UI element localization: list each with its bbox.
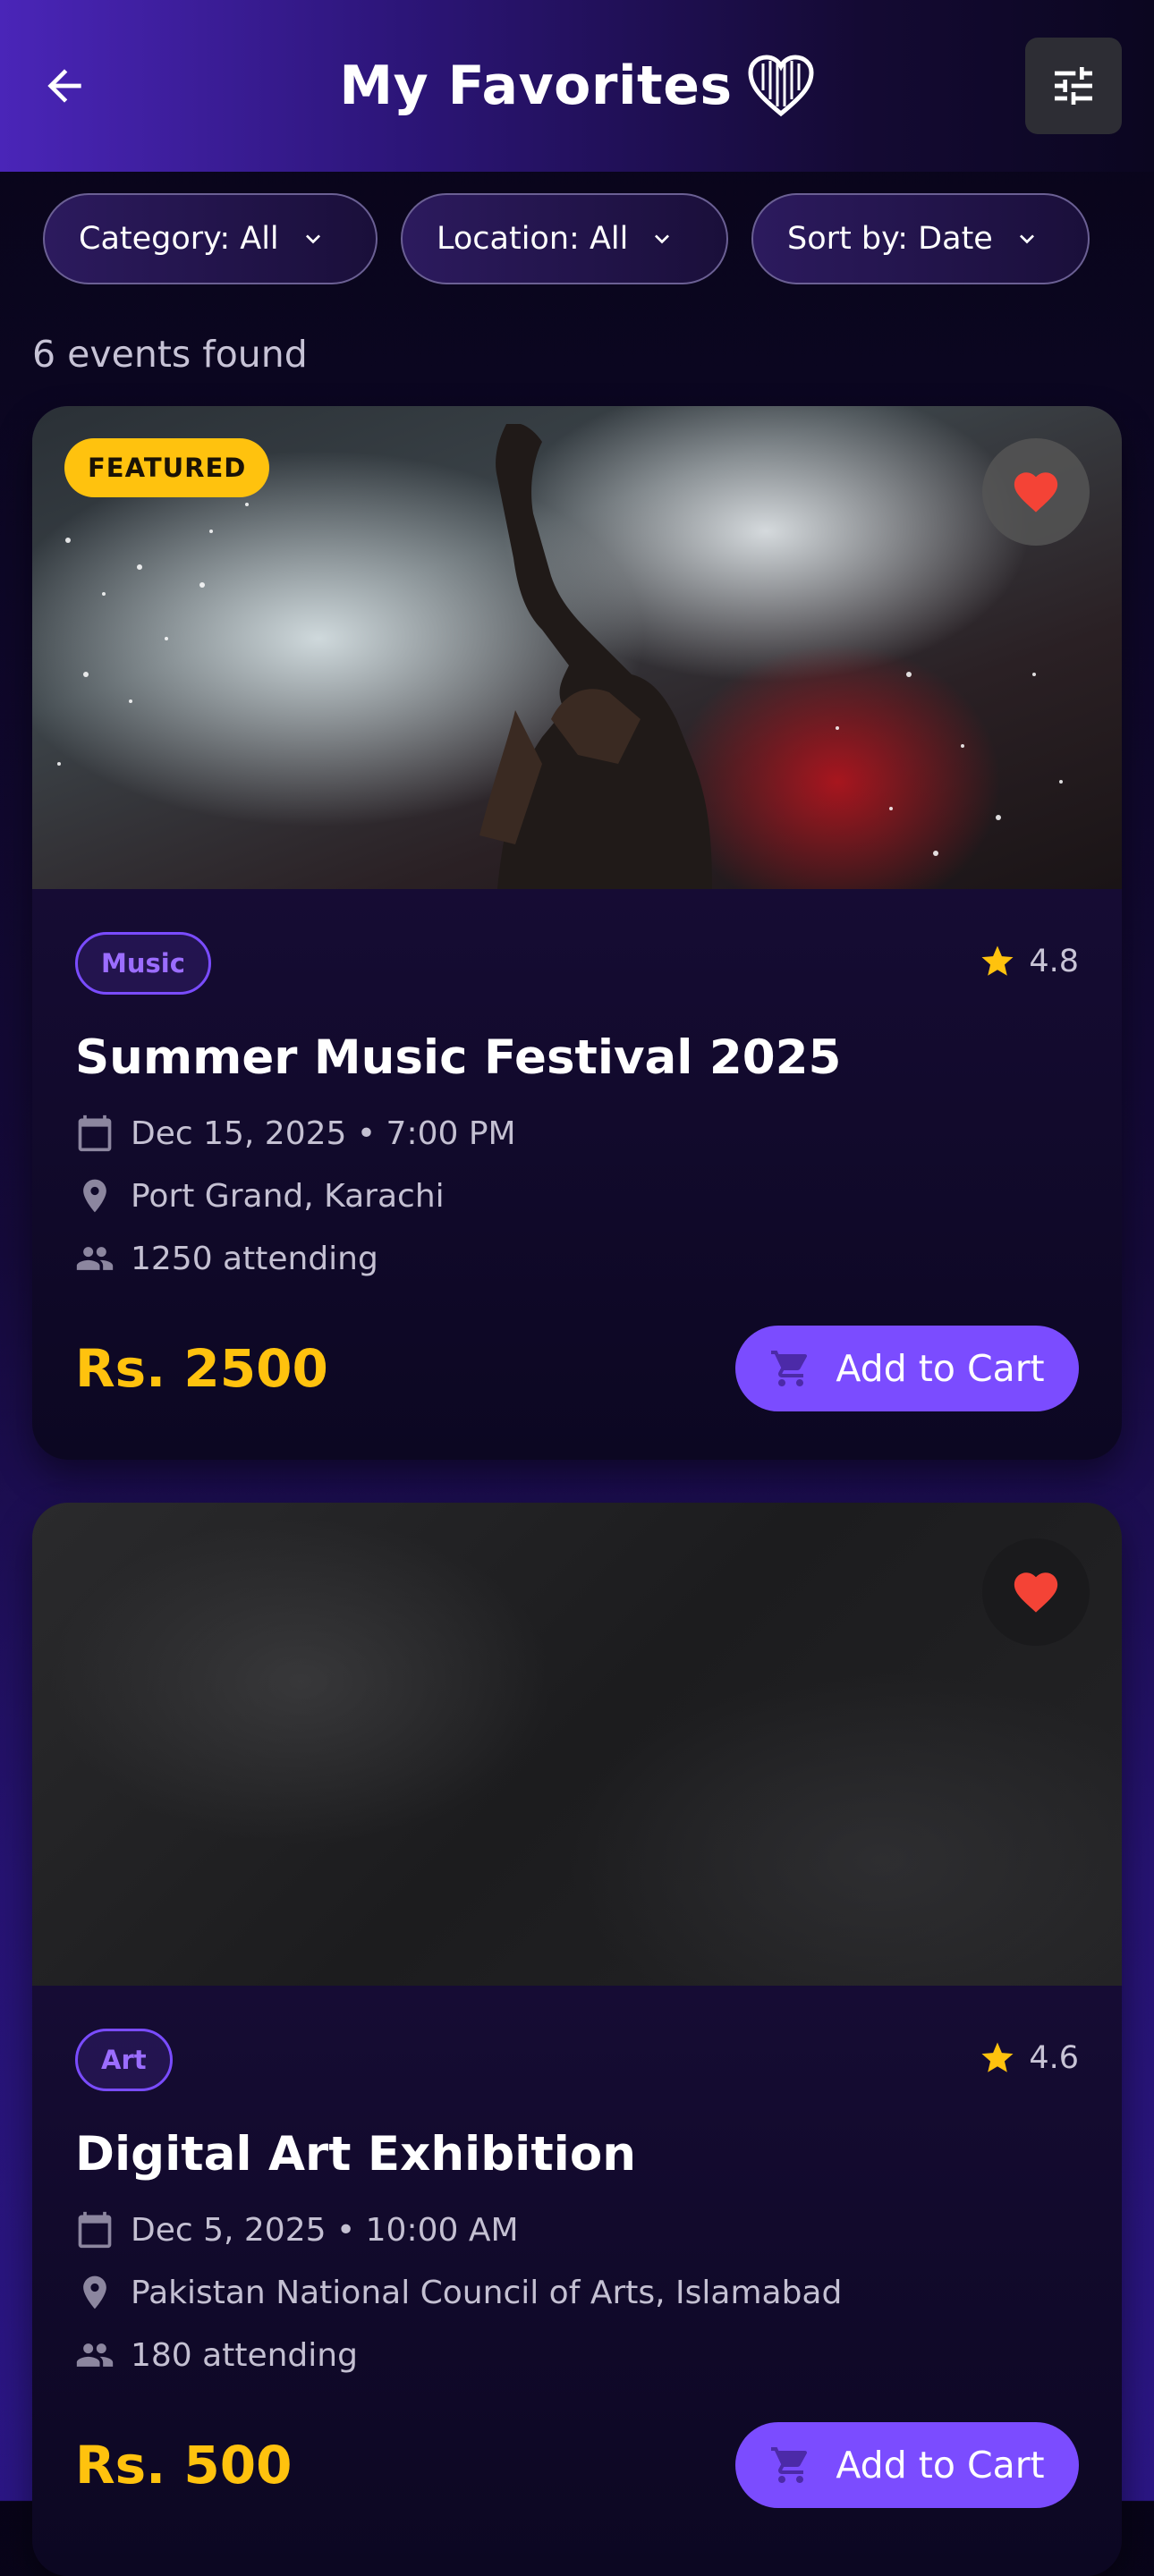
star-icon	[981, 2042, 1014, 2072]
location-filter-label: Location: All	[437, 221, 629, 257]
rating-value: 4.6	[1029, 2040, 1079, 2076]
page-title-group: My Favorites	[339, 55, 814, 117]
event-image	[32, 1503, 1122, 1986]
back-button[interactable]	[36, 50, 93, 122]
event-card[interactable]: Art 4.6 Digital Art Exhibition Dec 5, 20…	[32, 1503, 1122, 2576]
featured-badge: FEATURED	[64, 438, 270, 497]
event-location-row: Port Grand, Karachi	[75, 1175, 1079, 1216]
event-date-row: Dec 5, 2025 • 10:00 AM	[75, 2209, 1079, 2250]
event-location: Port Grand, Karachi	[131, 1177, 445, 1215]
page-title: My Favorites	[339, 55, 733, 117]
add-to-cart-label: Add to Cart	[836, 1347, 1045, 1390]
sort-dropdown[interactable]: Sort by: Date	[751, 193, 1090, 284]
category-filter-dropdown[interactable]: Category: All	[43, 193, 378, 284]
chevron-down-icon	[305, 234, 320, 244]
event-image: FEATURED	[32, 406, 1122, 889]
tune-sliders-icon	[1055, 67, 1092, 105]
event-title: Summer Music Festival 2025	[75, 1030, 842, 1085]
people-icon	[76, 2343, 114, 2367]
people-icon	[76, 1247, 114, 1270]
location-pin-icon	[83, 1179, 106, 1213]
favorite-button[interactable]	[982, 438, 1090, 546]
event-details: Art 4.6 Digital Art Exhibition Dec 5, 20…	[32, 1986, 1122, 2508]
event-datetime: Dec 5, 2025 • 10:00 AM	[131, 2211, 519, 2249]
results-count: 6 events found	[32, 333, 308, 376]
event-date-row: Dec 15, 2025 • 7:00 PM	[75, 1113, 1079, 1154]
add-to-cart-label: Add to Cart	[836, 2444, 1045, 2487]
filter-settings-button[interactable]	[1025, 38, 1122, 134]
heart-outline-icon	[748, 55, 814, 117]
location-pin-icon	[83, 2275, 106, 2309]
category-filter-label: Category: All	[79, 221, 279, 257]
category-tag: Art	[75, 2029, 173, 2091]
heart-filled-icon	[1014, 472, 1058, 513]
calendar-icon	[78, 2211, 112, 2249]
add-to-cart-button[interactable]: Add to Cart	[735, 2422, 1079, 2508]
event-card[interactable]: FEATURED Music 4.8 Summer Music Festival…	[32, 406, 1122, 1460]
rating: 4.8	[979, 943, 1079, 980]
chevron-down-icon	[1019, 234, 1034, 244]
chevron-down-icon	[655, 234, 670, 244]
category-tag: Music	[75, 932, 211, 995]
filter-bar: Category: All Location: All Sort by: Dat…	[43, 193, 1113, 288]
event-location-row: Pakistan National Council of Arts, Islam…	[75, 2272, 1079, 2313]
event-price: Rs. 2500	[75, 1338, 328, 1399]
shopping-cart-icon	[771, 2447, 808, 2483]
star-icon	[981, 945, 1014, 976]
favorite-button[interactable]	[982, 1538, 1090, 1646]
price-row: Rs. 500 Add to Cart	[75, 2422, 1079, 2508]
app-header: My Favorites	[0, 0, 1154, 172]
event-price: Rs. 500	[75, 2435, 293, 2496]
location-filter-dropdown[interactable]: Location: All	[401, 193, 728, 284]
heart-filled-icon	[1014, 1572, 1058, 1613]
rating-value: 4.8	[1029, 944, 1079, 979]
event-attendance-row: 180 attending	[75, 2334, 1079, 2376]
event-attendance-row: 1250 attending	[75, 1238, 1079, 1279]
sort-label: Sort by: Date	[787, 221, 993, 257]
add-to-cart-button[interactable]: Add to Cart	[735, 1326, 1079, 1411]
event-datetime: Dec 15, 2025 • 7:00 PM	[131, 1114, 516, 1152]
event-attending: 1250 attending	[131, 1240, 378, 1277]
event-attending: 180 attending	[131, 2336, 358, 2374]
price-row: Rs. 2500 Add to Cart	[75, 1326, 1079, 1411]
event-location: Pakistan National Council of Arts, Islam…	[131, 2274, 843, 2311]
event-title: Digital Art Exhibition	[75, 2127, 636, 2182]
event-details: Music 4.8 Summer Music Festival 2025 Dec…	[32, 889, 1122, 1411]
arrow-left-icon	[47, 69, 81, 103]
performer-silhouette	[479, 424, 712, 889]
calendar-icon	[78, 1114, 112, 1152]
shopping-cart-icon	[771, 1351, 808, 1386]
rating: 4.6	[979, 2039, 1079, 2077]
